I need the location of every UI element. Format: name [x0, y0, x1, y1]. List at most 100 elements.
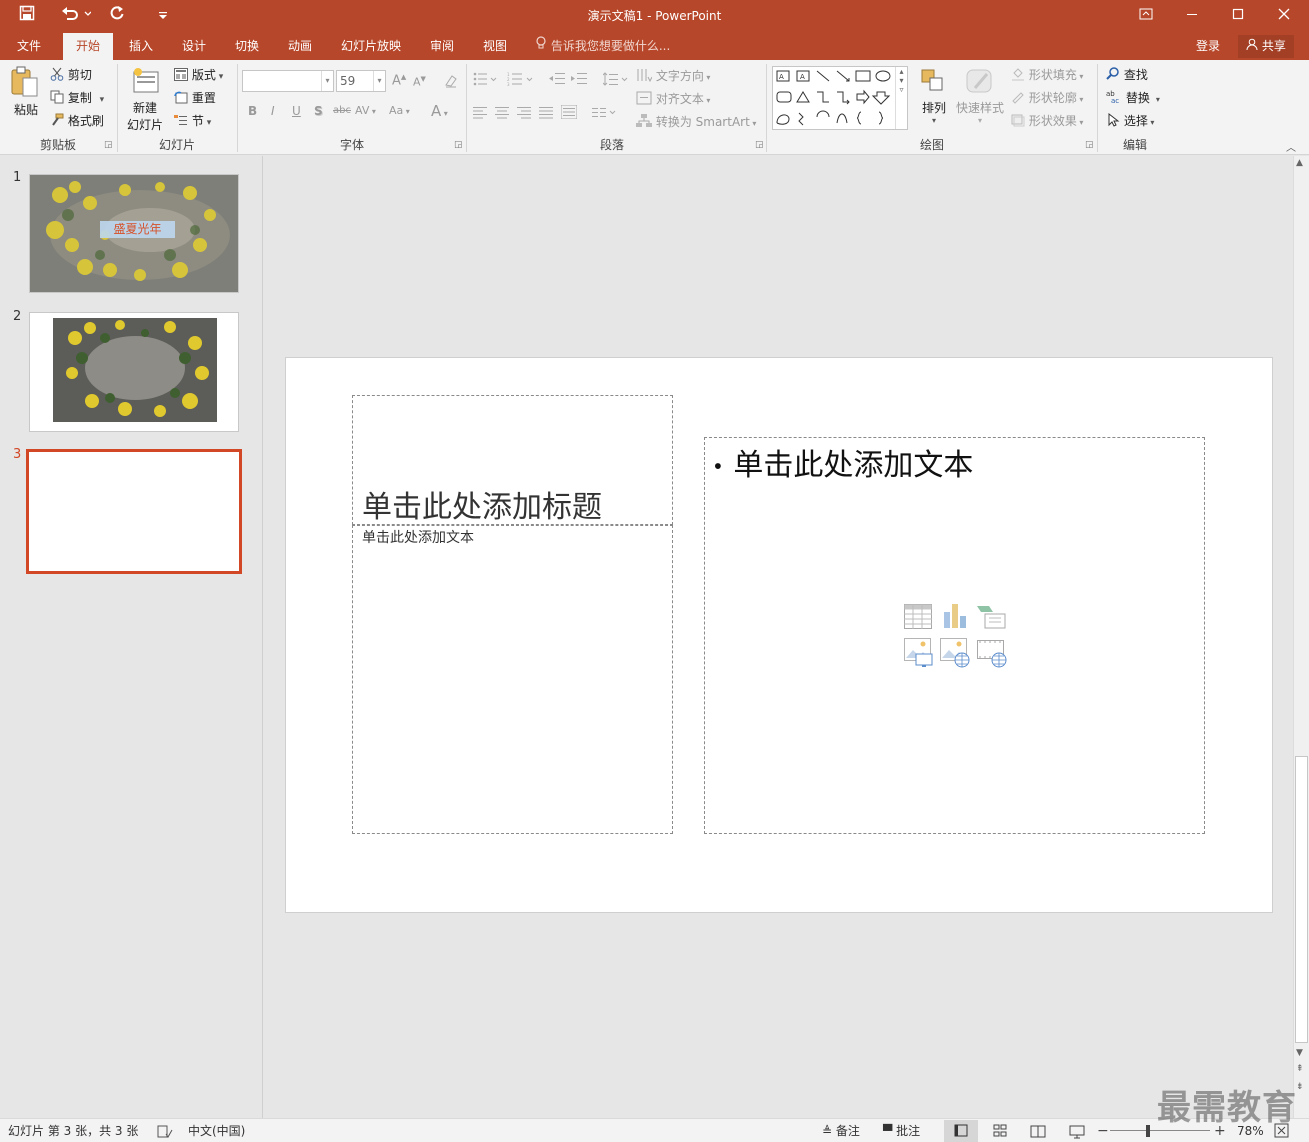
- ribbon-display-options-icon[interactable]: [1123, 0, 1169, 33]
- minimize-icon[interactable]: [1169, 0, 1215, 33]
- previous-slide-icon[interactable]: ⇞: [1296, 1064, 1304, 1074]
- paste-button[interactable]: 粘贴: [10, 66, 42, 118]
- change-case-button[interactable]: Aa ▾: [389, 104, 410, 117]
- customize-qat-icon[interactable]: [150, 5, 176, 27]
- undo-icon[interactable]: [58, 5, 94, 27]
- slide-sorter-view-icon[interactable]: [985, 1120, 1015, 1142]
- notes-button[interactable]: ≜ 备注: [822, 1119, 860, 1142]
- chevron-down-icon[interactable]: ▾: [373, 71, 385, 91]
- save-icon[interactable]: [14, 5, 40, 27]
- title-placeholder[interactable]: 单击此处添加标题: [352, 395, 673, 525]
- zoom-slider-thumb[interactable]: [1146, 1125, 1150, 1137]
- character-spacing-button[interactable]: AV ▾: [355, 104, 376, 117]
- maximize-icon[interactable]: [1215, 0, 1261, 33]
- text-direction-button[interactable]: 文字方向 ▾: [636, 67, 710, 85]
- columns-icon[interactable]: [592, 107, 618, 122]
- collapse-ribbon-icon[interactable]: ︿: [1286, 139, 1296, 154]
- reading-view-icon[interactable]: [1023, 1120, 1053, 1142]
- scroll-thumb[interactable]: [1295, 756, 1308, 1043]
- select-button[interactable]: 选择 ▾: [1106, 112, 1154, 130]
- numbering-icon[interactable]: 123: [507, 72, 535, 89]
- line-spacing-icon[interactable]: [602, 72, 629, 89]
- clear-formatting-icon[interactable]: [443, 73, 459, 92]
- bold-button[interactable]: B: [248, 104, 257, 118]
- distributed-icon[interactable]: [560, 104, 578, 122]
- decrease-indent-icon[interactable]: [549, 72, 565, 89]
- slide-thumbnail-1[interactable]: 盛夏光年: [29, 174, 239, 293]
- find-button[interactable]: 查找: [1106, 66, 1148, 84]
- sign-in-link[interactable]: 登录: [1196, 33, 1220, 60]
- slide-thumbnail-3-selected[interactable]: [26, 449, 242, 574]
- tab-home[interactable]: 开始: [63, 33, 113, 60]
- drawing-launcher-icon[interactable]: ◲: [1085, 140, 1094, 150]
- tab-slideshow[interactable]: 幻灯片放映: [333, 33, 409, 60]
- content-placeholder[interactable]: • 单击此处添加文本: [704, 437, 1205, 834]
- font-name-combobox[interactable]: ▾: [242, 70, 334, 92]
- paragraph-launcher-icon[interactable]: ◲: [755, 140, 764, 150]
- shape-effects-button[interactable]: 形状效果 ▾: [1011, 112, 1083, 130]
- normal-view-button[interactable]: [944, 1120, 978, 1142]
- format-painter-button[interactable]: 格式刷: [50, 112, 104, 130]
- tab-file[interactable]: 文件: [4, 33, 54, 60]
- quick-styles-button[interactable]: 快速样式 ▾: [955, 68, 1005, 125]
- insert-table-icon[interactable]: [904, 604, 932, 633]
- cut-button[interactable]: 剪切: [50, 66, 92, 84]
- tab-view[interactable]: 视图: [472, 33, 518, 60]
- font-color-button[interactable]: A ▾: [431, 102, 448, 120]
- gallery-scroll[interactable]: ▴ ▾ ▿: [895, 67, 907, 129]
- new-slide-button[interactable]: 新建 幻灯片: [123, 66, 167, 133]
- font-launcher-icon[interactable]: ◲: [454, 140, 463, 150]
- align-left-icon[interactable]: [473, 107, 487, 122]
- shrink-font-icon[interactable]: A▼: [413, 75, 426, 89]
- tab-review[interactable]: 审阅: [419, 33, 465, 60]
- insert-smartart-icon[interactable]: [975, 604, 1007, 633]
- shadow-button[interactable]: S: [314, 104, 323, 118]
- layout-button[interactable]: 版式 ▾: [174, 66, 223, 84]
- tab-design[interactable]: 设计: [171, 33, 217, 60]
- shapes-gallery[interactable]: A A ▴ ▾ ▿: [772, 66, 908, 130]
- justify-icon[interactable]: [539, 107, 553, 122]
- grow-font-icon[interactable]: A▲: [392, 73, 406, 88]
- zoom-slider[interactable]: [1110, 1130, 1210, 1131]
- vertical-scrollbar[interactable]: ▲ ▼ ⇞ ⇟: [1293, 156, 1309, 1118]
- reset-button[interactable]: 重置: [174, 89, 216, 107]
- section-button[interactable]: 节 ▾: [174, 112, 211, 130]
- align-text-button[interactable]: 对齐文本 ▾: [636, 90, 710, 108]
- tell-me-box[interactable]: 告诉我您想要做什么...: [535, 33, 670, 60]
- comments-button[interactable]: ▀ 批注: [883, 1119, 920, 1142]
- chevron-down-icon[interactable]: ▾: [321, 71, 333, 91]
- insert-online-picture-icon[interactable]: [940, 638, 970, 671]
- align-right-icon[interactable]: [517, 107, 531, 122]
- insert-picture-icon[interactable]: [904, 638, 934, 671]
- tab-animations[interactable]: 动画: [277, 33, 323, 60]
- align-center-icon[interactable]: [495, 107, 509, 122]
- language-status[interactable]: 中文(中国): [188, 1119, 245, 1142]
- smartart-button[interactable]: 转换为 SmartArt ▾: [636, 113, 756, 131]
- copy-button[interactable]: 复制 ▾: [50, 89, 104, 107]
- share-button[interactable]: 共享: [1238, 35, 1294, 58]
- replace-button[interactable]: ab ac 替换 ▾: [1106, 89, 1160, 107]
- increase-indent-icon[interactable]: [571, 72, 587, 89]
- next-slide-icon[interactable]: ⇟: [1296, 1082, 1304, 1092]
- tab-transitions[interactable]: 切换: [224, 33, 270, 60]
- underline-button[interactable]: U: [292, 104, 301, 118]
- insert-video-icon[interactable]: [977, 638, 1007, 671]
- spell-check-icon[interactable]: [157, 1119, 173, 1142]
- slide-thumbnail-2[interactable]: [29, 312, 239, 432]
- insert-chart-icon[interactable]: [941, 602, 969, 633]
- zoom-out-icon[interactable]: −: [1097, 1119, 1109, 1142]
- arrange-button[interactable]: 排列 ▾: [917, 68, 951, 125]
- text-placeholder-left[interactable]: 单击此处添加文本: [352, 525, 673, 834]
- shape-outline-button[interactable]: 形状轮廓 ▾: [1011, 89, 1083, 107]
- italic-button[interactable]: I: [271, 104, 275, 118]
- close-icon[interactable]: [1261, 0, 1307, 33]
- strikethrough-button[interactable]: abc: [333, 105, 351, 116]
- scroll-down-icon[interactable]: ▼: [1296, 1048, 1303, 1058]
- bullets-icon[interactable]: [473, 72, 497, 89]
- scroll-up-icon[interactable]: ▲: [1296, 158, 1303, 168]
- shape-fill-button[interactable]: 形状填充 ▾: [1011, 66, 1083, 84]
- slideshow-view-icon[interactable]: [1062, 1120, 1092, 1142]
- font-size-combobox[interactable]: 59 ▾: [336, 70, 386, 92]
- redo-icon[interactable]: [104, 5, 130, 27]
- tab-insert[interactable]: 插入: [118, 33, 164, 60]
